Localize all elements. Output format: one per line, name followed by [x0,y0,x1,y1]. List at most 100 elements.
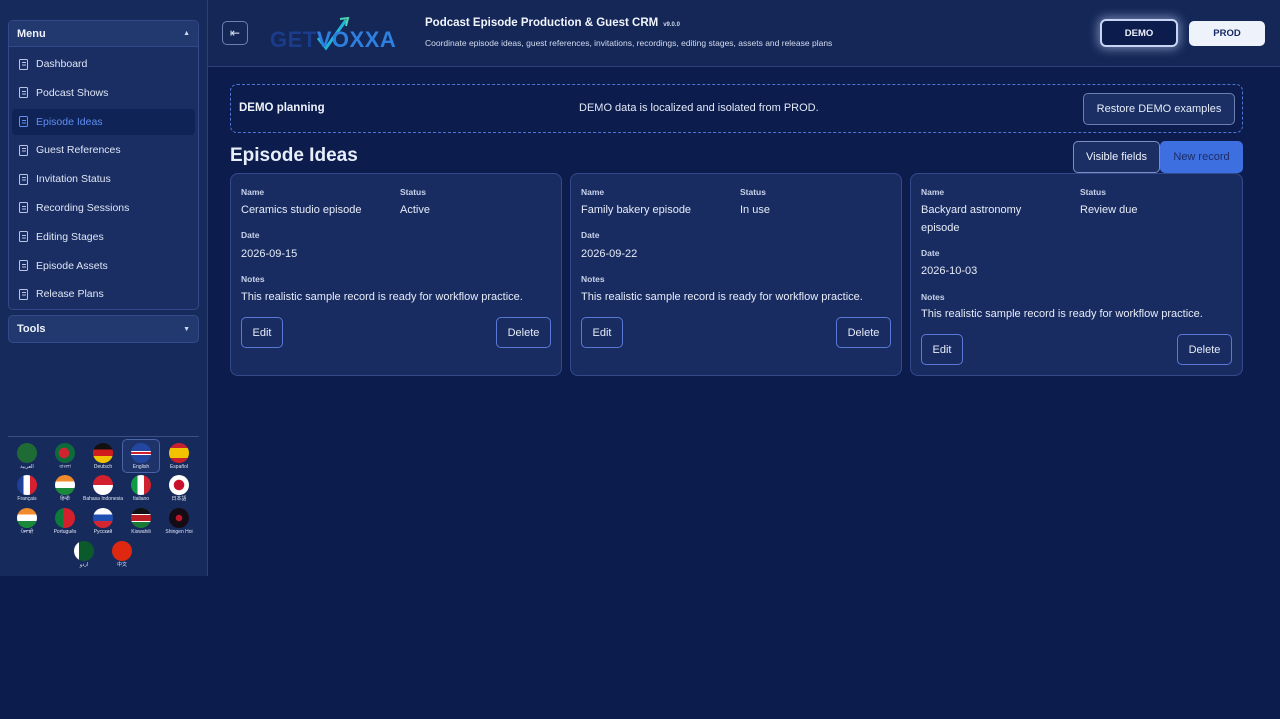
record-date: 2026-09-22 [581,248,638,260]
spain-flag-icon [169,443,189,463]
record-notes: This realistic sample record is ready fo… [241,291,523,303]
shingen-flag-icon [169,508,189,528]
notes-label: Notes [921,292,945,302]
menu-label: Menu [17,27,46,40]
delete-button[interactable]: Delete [1177,334,1232,365]
language-chinese[interactable]: 中文 [103,538,141,572]
tools-menu-toggle[interactable]: Tools ▼ [8,315,199,343]
record-name: Ceramics studio episode [241,204,362,216]
language-label: Bahasa Indonesia [82,496,124,502]
language-italiano[interactable]: Italiano [122,472,160,506]
status-label: Status [400,187,426,197]
germany-flag-icon [93,443,113,463]
app-title: Podcast Episode Production & Guest CRM v9… [425,17,680,29]
prod-env-button[interactable]: PROD [1189,21,1265,46]
language-label: हिन्दी [60,496,70,502]
restore-demo-button[interactable]: Restore DEMO examples [1083,93,1235,125]
demo-banner: DEMO planning DEMO data is localized and… [230,84,1243,133]
sidebar-item-recording-sessions[interactable]: Recording Sessions [12,195,195,221]
tools-label: Tools [17,323,46,335]
sidebar-item-episode-assets[interactable]: Episode Assets [12,253,195,279]
demo-env-button[interactable]: DEMO [1100,19,1178,47]
edit-button[interactable]: Edit [581,317,623,348]
sidebar-item-label: Release Plans [36,288,104,301]
language-portugues[interactable]: Português [46,505,84,539]
status-label: Status [1080,187,1106,197]
language-divider [8,436,199,437]
record-card: Name Status Backyard astronomy episode R… [910,173,1243,376]
language-bengali[interactable]: বাংলা [46,440,84,474]
logo-text: OXXA [331,27,397,52]
language-punjabi[interactable]: ਪੰਜਾਬੀ [8,505,46,539]
italy-flag-icon [131,475,151,495]
banner-message: DEMO data is localized and isolated from… [579,102,819,114]
sidebar-item-podcast-shows[interactable]: Podcast Shows [12,80,195,106]
delete-button[interactable]: Delete [496,317,551,348]
sidebar-item-release-plans[interactable]: Release Plans [12,281,195,307]
india-flag-icon [55,475,75,495]
app-subtitle: Coordinate episode ideas, guest referenc… [425,38,833,48]
sidebar: Menu ▲ Dashboard Podcast Shows Episode I… [0,0,208,576]
language-label: Shingen Hoi [165,529,193,535]
sidebar-item-guest-references[interactable]: Guest References [12,137,195,163]
language-francais[interactable]: Français [8,472,46,506]
record-card: Name Status Ceramics studio episode Acti… [230,173,562,376]
language-english[interactable]: English [122,439,160,473]
document-icon [19,58,28,70]
language-shingen-hoi[interactable]: Shingen Hoi [160,505,198,539]
language-label: English [132,464,150,470]
language-label: Русский [93,529,113,535]
language-label: 中文 [116,562,127,568]
status-label: Status [740,187,766,197]
sidebar-item-episode-ideas[interactable]: Episode Ideas [12,108,195,135]
indonesia-flag-icon [93,475,113,495]
record-notes: This realistic sample record is ready fo… [581,291,863,303]
date-label: Date [241,230,260,240]
record-name: Backyard astronomy episode [921,204,1022,234]
sidebar-item-label: Episode Assets [36,259,108,272]
record-date: 2026-10-03 [921,265,978,277]
delete-button[interactable]: Delete [836,317,891,348]
sidebar-item-dashboard[interactable]: Dashboard [12,51,195,77]
date-label: Date [581,230,600,240]
uk-flag-icon [131,443,151,463]
menu-header[interactable]: Menu ▲ [9,21,198,47]
sidebar-item-label: Recording Sessions [36,201,130,214]
japan-flag-icon [169,475,189,495]
sidebar-toggle-button[interactable]: ⇤ [222,21,248,45]
bangladesh-flag-icon [55,443,75,463]
language-kiswahili[interactable]: Kiswahili [122,505,160,539]
new-record-button[interactable]: New record [1160,141,1243,173]
language-japanese[interactable]: 日本語 [160,472,198,506]
language-deutsch[interactable]: Deutsch [84,440,122,474]
visible-fields-button[interactable]: Visible fields [1073,141,1160,173]
kenya-flag-icon [131,508,151,528]
banner-title: DEMO planning [239,102,325,114]
language-label: বাংলা [59,464,71,470]
language-hindi[interactable]: हिन्दी [46,472,84,506]
sidebar-item-label: Invitation Status [36,173,111,186]
sidebar-item-invitation-status[interactable]: Invitation Status [12,166,195,192]
menu-panel: Menu ▲ Dashboard Podcast Shows Episode I… [8,20,199,310]
document-icon [19,144,28,156]
language-arabic[interactable]: العربية [8,440,46,474]
language-urdu[interactable]: اردو [65,538,103,572]
document-icon [19,231,28,243]
chevron-down-icon: ▼ [183,325,190,333]
language-espanol[interactable]: Español [160,440,198,474]
record-notes: This realistic sample record is ready fo… [921,308,1203,320]
language-indonesian[interactable]: Bahasa Indonesia [82,472,124,506]
china-flag-icon [112,541,132,561]
sidebar-item-label: Guest References [36,144,121,157]
language-russian[interactable]: Русский [84,505,122,539]
sidebar-item-editing-stages[interactable]: Editing Stages [12,224,195,250]
portugal-flag-icon [55,508,75,528]
record-status: In use [740,204,770,216]
date-label: Date [921,248,940,258]
language-label: Kiswahili [131,529,151,535]
edit-button[interactable]: Edit [921,334,963,365]
language-label: Português [53,529,77,535]
logo-text: GET [270,27,317,52]
language-label: Français [17,496,37,502]
edit-button[interactable]: Edit [241,317,283,348]
